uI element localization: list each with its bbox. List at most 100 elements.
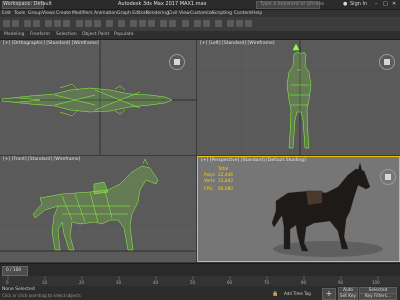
set-key-button[interactable]: Set Key	[338, 293, 358, 300]
status-bar: None Selected Click or click-and-drag to…	[0, 286, 400, 300]
viewport-label-left[interactable]: [+] [Left] [Standard] [Wireframe]	[200, 41, 275, 46]
viewport-top[interactable]: [+] [Orthographic] [Standard] [Wireframe…	[0, 40, 196, 155]
select-by-name-icon[interactable]	[54, 20, 61, 27]
render-frame-icon[interactable]	[236, 20, 243, 27]
track-tick-label: 40	[153, 280, 159, 285]
horse-wireframe-top	[1, 83, 173, 117]
region-select-icon[interactable]	[63, 20, 70, 27]
horse-wireframe-left	[286, 43, 312, 149]
move-icon[interactable]	[76, 20, 83, 27]
left-view-grid	[197, 40, 400, 155]
viewcube-icon[interactable]	[169, 54, 185, 70]
ribbon-tab-freeform[interactable]: Freeform	[30, 32, 50, 37]
maximize-icon[interactable]: □	[383, 1, 388, 8]
reference-coord-icon[interactable]	[106, 20, 113, 27]
mirror-icon[interactable]	[160, 20, 167, 27]
menu-tools[interactable]: Tools	[14, 10, 25, 17]
viewcube-icon[interactable]	[380, 169, 396, 185]
viewcube-icon[interactable]	[379, 54, 395, 70]
key-filters-button[interactable]: Key Filters...	[359, 293, 397, 300]
ribbon-tab-modeling[interactable]: Modeling	[4, 32, 24, 37]
material-editor-icon[interactable]	[215, 20, 222, 27]
menu-scripting[interactable]: Scripting	[212, 10, 232, 17]
track-tick-label: 80	[301, 280, 307, 285]
track-tick-label: 60	[227, 280, 233, 285]
track-tick-label: 50	[190, 280, 196, 285]
link-icon[interactable]	[24, 20, 31, 27]
top-view-grid	[0, 40, 196, 155]
redo-icon[interactable]	[12, 20, 19, 27]
stats-fps-label: FPS:	[204, 187, 214, 192]
lock-icon[interactable]: 🔒	[272, 291, 278, 297]
horse-wireframe-front	[32, 158, 159, 251]
stats-verts-label: Verts	[204, 179, 215, 184]
stats-verts-value: 12,843	[218, 179, 234, 184]
search-placeholder: Type a keyword or phrase	[260, 1, 325, 7]
stats-fps-value: 66.080	[218, 187, 234, 192]
menu-content[interactable]: Content	[234, 10, 252, 17]
track-tick-label: 90	[338, 280, 344, 285]
percent-snap-icon[interactable]	[148, 20, 155, 27]
schematic-icon[interactable]	[203, 20, 210, 27]
unlink-icon[interactable]	[33, 20, 40, 27]
layer-icon[interactable]	[182, 20, 189, 27]
menu-create[interactable]: Create	[56, 10, 71, 17]
scale-icon[interactable]	[94, 20, 101, 27]
viewport-label-perspective[interactable]: [+] [Perspective] [Standard] [Default Sh…	[201, 158, 306, 163]
menu-views[interactable]: Views	[42, 10, 55, 17]
track-tick-label: 70	[264, 280, 270, 285]
ribbon-tab-selection[interactable]: Selection	[56, 32, 77, 37]
window-title: Autodesk 3ds Max 2017 MAX1.max	[118, 1, 207, 7]
prompt-text: Click or click-and-drag to select object…	[2, 293, 81, 298]
close-icon[interactable]: ✕	[392, 1, 396, 8]
viewport-label-top[interactable]: [+] [Orthographic] [Standard] [Wireframe…	[3, 41, 99, 46]
track-tick-label: 10	[42, 280, 48, 285]
menu-group[interactable]: Group	[28, 10, 42, 17]
sign-in-link[interactable]: Sign In	[350, 1, 367, 8]
menu-rendering[interactable]: Rendering	[146, 10, 169, 17]
viewport-front[interactable]: [+] [Front] [Standard] [Wireframe]	[0, 156, 196, 262]
workspace-label: Workspace: Default	[3, 1, 52, 7]
main-toolbar	[0, 17, 400, 32]
track-tick-label: 20	[79, 280, 85, 285]
menu-customize[interactable]: Customize	[190, 10, 214, 17]
track-tick-label: 100	[372, 280, 380, 285]
stats-polys-value: 22,446	[218, 173, 234, 178]
undo-icon[interactable]	[3, 20, 10, 27]
selection-status: None Selected	[2, 287, 35, 292]
user-icon[interactable]: ●	[343, 1, 347, 8]
track-bar[interactable]: 0 10 20 30 40 50 60 70 80 90 100	[0, 276, 400, 286]
align-icon[interactable]	[169, 20, 176, 27]
track-tick-label: 0	[6, 280, 9, 285]
minimize-icon[interactable]: –	[375, 1, 378, 8]
frame-counter: 0 / 100	[6, 268, 22, 273]
set-key-plus-button[interactable]: +	[322, 288, 336, 300]
menu-edit[interactable]: Edit	[2, 10, 11, 17]
menu-modifiers[interactable]: Modifiers	[72, 10, 93, 17]
rotate-icon[interactable]	[85, 20, 92, 27]
ribbon-tab-populate[interactable]: Populate	[114, 32, 134, 37]
title-bar: Workspace: Default Autodesk 3ds Max 2017…	[0, 0, 400, 10]
select-object-icon[interactable]	[45, 20, 52, 27]
viewport-perspective[interactable]: [+] [Perspective] [Standard] [Default Sh…	[197, 156, 400, 262]
render-setup-icon[interactable]	[227, 20, 234, 27]
time-slider-thumb[interactable]: 0 / 100	[2, 266, 28, 276]
track-tick-label: 30	[116, 280, 122, 285]
front-view-grid	[0, 156, 196, 262]
add-time-tag-link[interactable]: Add Time Tag	[284, 291, 311, 296]
menu-graph-editors[interactable]: Graph Editors	[117, 10, 148, 17]
menu-animation[interactable]: Animation	[94, 10, 117, 17]
time-slider[interactable]: 0 / 100	[0, 263, 400, 277]
render-icon[interactable]	[245, 20, 252, 27]
statistics-overlay: Total Polys 22,446 Verts 12,843 FPS: 66.080	[204, 167, 233, 193]
menu-civil-view[interactable]: Civil View	[168, 10, 190, 17]
curve-editor-icon[interactable]	[194, 20, 201, 27]
menu-bar: Edit Tools Group Views Create Modifiers …	[0, 10, 400, 17]
viewport-label-front[interactable]: [+] [Front] [Standard] [Wireframe]	[3, 157, 80, 162]
viewport-left[interactable]: [+] [Left] [Standard] [Wireframe]	[197, 40, 400, 155]
menu-help[interactable]: Help	[252, 10, 262, 17]
ribbon-tab-object-paint[interactable]: Object Paint	[82, 32, 109, 37]
snap-icon[interactable]	[130, 20, 137, 27]
angle-snap-icon[interactable]	[139, 20, 146, 27]
pivot-icon[interactable]	[118, 20, 125, 27]
